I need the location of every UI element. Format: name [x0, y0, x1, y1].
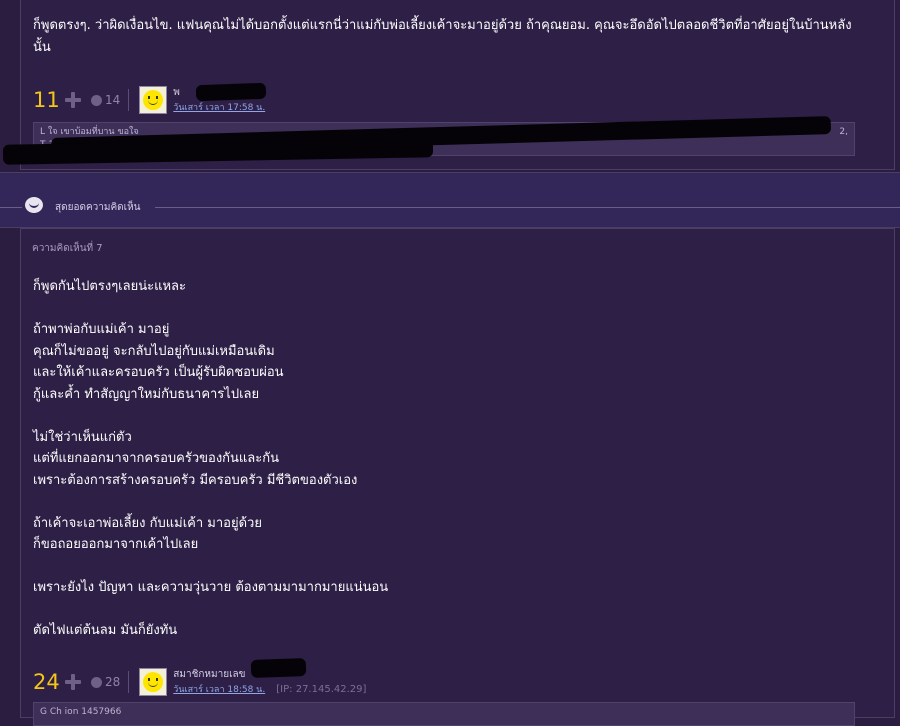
- vote-score: 24: [33, 670, 60, 694]
- reaction-count: 28: [105, 675, 121, 689]
- separator: [128, 671, 130, 693]
- smiley-face-icon: [143, 90, 164, 110]
- separator: [128, 89, 130, 111]
- plus-vote-icon[interactable]: [65, 674, 81, 690]
- post-time[interactable]: วันเสาร์ เวลา 18:58 น.: [173, 685, 265, 695]
- redaction-mark: [250, 658, 307, 678]
- chat-bubble-icon: [25, 197, 43, 213]
- divider-line: [155, 207, 900, 208]
- reaction-summary: G Ch ion 1457966: [33, 702, 855, 726]
- redaction-mark: [195, 82, 267, 102]
- post-time[interactable]: วันเสาร์ เวลา 17:58 น.: [173, 103, 265, 113]
- avatar[interactable]: [139, 86, 168, 114]
- best-comments-divider: สุดยอดความคิดเห็น: [0, 172, 900, 228]
- smiley-face-icon: [143, 672, 164, 692]
- comment-card-7: ความคิดเห็นที่ 7 ก็พูดกันไปตรงๆเลยน่ะแหล…: [20, 228, 895, 726]
- comment-card-previous: ก็พูดตรงๆ. ว่าผิดเงื่อนไข. แฟนคุณไม่ได้บ…: [2, 0, 895, 170]
- avatar[interactable]: [139, 668, 168, 696]
- reaction-line-3: 2,: [839, 127, 848, 137]
- reaction-count: 14: [105, 93, 121, 107]
- divider-line: [0, 207, 22, 208]
- comment-body: ก็พูดกันไปตรงๆเลยน่ะแหละ ถ้าพาพ่อกับแม่เ…: [33, 279, 389, 638]
- comment-number-label[interactable]: ความคิดเห็นที่ 7: [32, 241, 103, 256]
- emotion-icon[interactable]: [91, 94, 102, 106]
- reaction-line-1: G Ch ion 1457966: [40, 707, 122, 717]
- ip-address: [IP: 27.145.42.29]: [276, 683, 367, 695]
- divider-label: สุดยอดความคิดเห็น: [55, 202, 141, 213]
- comment-body: ก็พูดตรงๆ. ว่าผิดเงื่อนไข. แฟนคุณไม่ได้บ…: [33, 18, 852, 55]
- vote-score: 11: [33, 88, 60, 112]
- plus-vote-icon[interactable]: [65, 92, 81, 108]
- emotion-icon[interactable]: [91, 676, 102, 688]
- vote-row: 24 28 สมาชิกหมายเลข วันเสาร์ เวลา 18:58 …: [33, 667, 366, 697]
